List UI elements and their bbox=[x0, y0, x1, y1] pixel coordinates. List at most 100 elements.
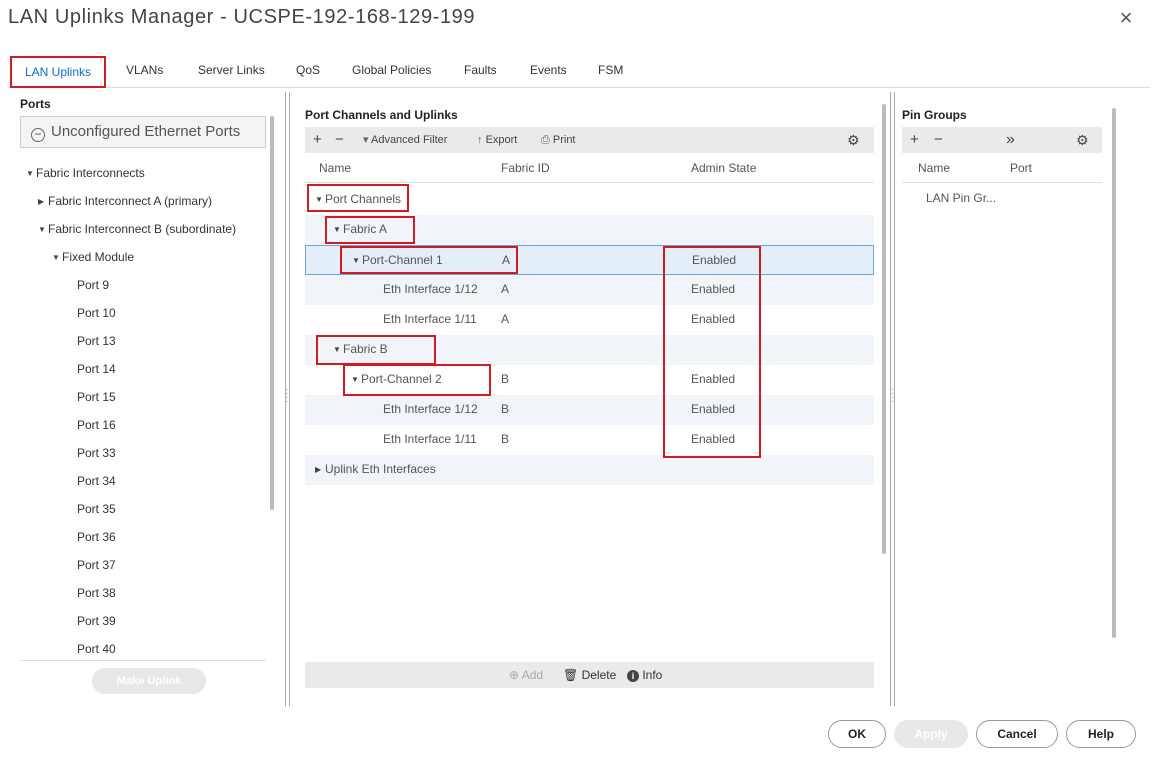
column-header[interactable]: Name bbox=[918, 161, 950, 175]
print-icon: ⎙ bbox=[541, 134, 550, 146]
port-channels-title: Port Channels and Uplinks bbox=[305, 108, 458, 122]
remove-icon[interactable]: − bbox=[934, 127, 943, 153]
close-icon[interactable]: × bbox=[1112, 4, 1140, 32]
row-fabric: B bbox=[501, 432, 510, 446]
tree-label: Fabric Interconnect B (subordinate) bbox=[48, 222, 237, 236]
port-item[interactable]: Port 39 bbox=[77, 614, 116, 628]
column-header[interactable]: Fabric ID bbox=[501, 161, 550, 175]
add-label: Add bbox=[521, 668, 544, 682]
table-row[interactable]: Eth Interface 1/11 B Enabled bbox=[305, 425, 874, 455]
pin-groups-title: Pin Groups bbox=[902, 108, 967, 122]
caret-right-icon: ▶ bbox=[315, 465, 322, 474]
table-row[interactable]: Eth Interface 1/12 B Enabled bbox=[305, 395, 874, 425]
add-action[interactable]: ⊕ Add bbox=[509, 662, 543, 688]
port-item[interactable]: Port 16 bbox=[77, 418, 116, 432]
right-scrollbar[interactable] bbox=[1112, 108, 1116, 638]
print-button[interactable]: ⎙ Print bbox=[541, 127, 576, 153]
tab-events[interactable]: Events bbox=[526, 56, 571, 88]
port-item[interactable]: Port 15 bbox=[77, 390, 116, 404]
double-chevron-icon[interactable]: » bbox=[1006, 127, 1015, 153]
highlight-box bbox=[316, 335, 436, 365]
help-button[interactable]: Help bbox=[1066, 720, 1136, 748]
tree-fi-b[interactable]: ▼ Fabric Interconnect B (subordinate) bbox=[38, 222, 236, 236]
row-name: Eth Interface 1/12 bbox=[383, 282, 478, 296]
right-table-header: Name Port bbox=[902, 155, 1102, 183]
splitter-handle[interactable]: · · · · bbox=[891, 385, 894, 407]
remove-icon[interactable]: − bbox=[335, 127, 344, 153]
port-item[interactable]: Port 40 bbox=[77, 642, 116, 656]
row-name: Eth Interface 1/11 bbox=[383, 312, 477, 326]
port-item[interactable]: Port 35 bbox=[77, 502, 116, 516]
table-row[interactable]: ▶ Uplink Eth Interfaces bbox=[305, 455, 874, 485]
tab-faults[interactable]: Faults bbox=[460, 56, 501, 88]
splitter-handle[interactable]: · · · · bbox=[285, 385, 288, 407]
port-item[interactable]: Port 33 bbox=[77, 446, 116, 460]
info-action[interactable]: i Info bbox=[627, 662, 662, 688]
highlight-box bbox=[325, 216, 415, 244]
row-fabric: A bbox=[501, 312, 510, 326]
tab-global-policies[interactable]: Global Policies bbox=[348, 56, 435, 88]
cancel-button[interactable]: Cancel bbox=[976, 720, 1058, 748]
make-uplink-button[interactable]: Make Uplink bbox=[92, 668, 206, 694]
table-row[interactable]: Eth Interface 1/12 A Enabled bbox=[305, 275, 874, 305]
port-item[interactable]: Port 36 bbox=[77, 530, 116, 544]
highlight-box bbox=[340, 246, 518, 274]
column-header[interactable]: Name bbox=[319, 161, 351, 175]
filter-icon: ▾ bbox=[363, 134, 369, 146]
port-item[interactable]: Port 37 bbox=[77, 558, 116, 572]
advanced-filter-label: Advanced Filter bbox=[370, 134, 448, 146]
tree-fixed-module[interactable]: ▼ Fixed Module bbox=[52, 250, 134, 264]
middle-scrollbar[interactable] bbox=[882, 104, 886, 554]
middle-table-header: Name Fabric ID Admin State bbox=[305, 155, 874, 183]
tree-fabric-interconnects[interactable]: ▼ Fabric Interconnects bbox=[26, 166, 145, 180]
port-item[interactable]: Port 13 bbox=[77, 334, 116, 348]
ok-button[interactable]: OK bbox=[828, 720, 886, 748]
print-label: Print bbox=[552, 134, 576, 146]
divider bbox=[289, 92, 290, 706]
middle-actions-bar: ⊕ Add 🗑 Delete i Info bbox=[305, 662, 874, 688]
caret-down-icon: ▼ bbox=[26, 169, 34, 178]
highlight-box bbox=[307, 184, 409, 212]
minus-circle-icon: − bbox=[31, 128, 45, 142]
export-icon: ↑ bbox=[477, 134, 483, 146]
column-header[interactable]: Port bbox=[1010, 161, 1032, 175]
tab-vlans[interactable]: VLANs bbox=[122, 56, 167, 88]
divider bbox=[20, 660, 266, 661]
export-button[interactable]: ↑ Export bbox=[477, 127, 517, 153]
tab-lan-uplinks[interactable]: LAN Uplinks bbox=[10, 56, 106, 88]
ports-title: Ports bbox=[20, 97, 51, 111]
row-fabric: B bbox=[501, 402, 510, 416]
tab-server-links[interactable]: Server Links bbox=[194, 56, 269, 88]
delete-action[interactable]: 🗑 Delete bbox=[563, 662, 616, 688]
unconfigured-ports-label: Unconfigured Ethernet Ports bbox=[51, 123, 241, 140]
add-icon[interactable]: + bbox=[313, 127, 322, 153]
port-item[interactable]: Port 14 bbox=[77, 362, 116, 376]
advanced-filter-button[interactable]: ▾ Advanced Filter bbox=[363, 127, 447, 153]
gear-icon[interactable]: ⚙ bbox=[847, 127, 860, 153]
tree-label: Fixed Module bbox=[62, 250, 135, 264]
port-item[interactable]: Port 34 bbox=[77, 474, 116, 488]
table-row[interactable]: Eth Interface 1/11 A Enabled bbox=[305, 305, 874, 335]
plus-circle-icon: ⊕ bbox=[509, 668, 520, 682]
column-header[interactable]: Admin State bbox=[691, 161, 756, 175]
port-item[interactable]: Port 38 bbox=[77, 586, 116, 600]
port-item[interactable]: Port 10 bbox=[77, 306, 116, 320]
tree-fi-a[interactable]: ▶ Fabric Interconnect A (primary) bbox=[38, 194, 212, 208]
left-scrollbar[interactable] bbox=[270, 116, 274, 510]
gear-icon[interactable]: ⚙ bbox=[1076, 127, 1089, 153]
row-name: Eth Interface 1/11 bbox=[383, 432, 477, 446]
unconfigured-ports-button[interactable]: − Unconfigured Ethernet Ports bbox=[20, 116, 266, 148]
apply-button[interactable]: Apply bbox=[894, 720, 968, 748]
row-fabric: A bbox=[501, 282, 510, 296]
info-label: Info bbox=[642, 668, 663, 682]
middle-toolbar: + − ▾ Advanced Filter ↑ Export ⎙ Print ⚙ bbox=[305, 127, 874, 153]
tab-fsm[interactable]: FSM bbox=[594, 56, 627, 88]
row-label: Uplink Eth Interfaces bbox=[325, 462, 436, 476]
add-icon[interactable]: + bbox=[910, 127, 919, 153]
window-title: LAN Uplinks Manager - UCSPE-192-168-129-… bbox=[8, 6, 476, 28]
tab-qos[interactable]: QoS bbox=[292, 56, 324, 88]
row-fabric: B bbox=[501, 372, 510, 386]
tree-label: Fabric Interconnect A (primary) bbox=[48, 194, 213, 208]
pin-group-row[interactable]: LAN Pin Gr... bbox=[926, 191, 996, 205]
port-item[interactable]: Port 9 bbox=[77, 278, 109, 292]
